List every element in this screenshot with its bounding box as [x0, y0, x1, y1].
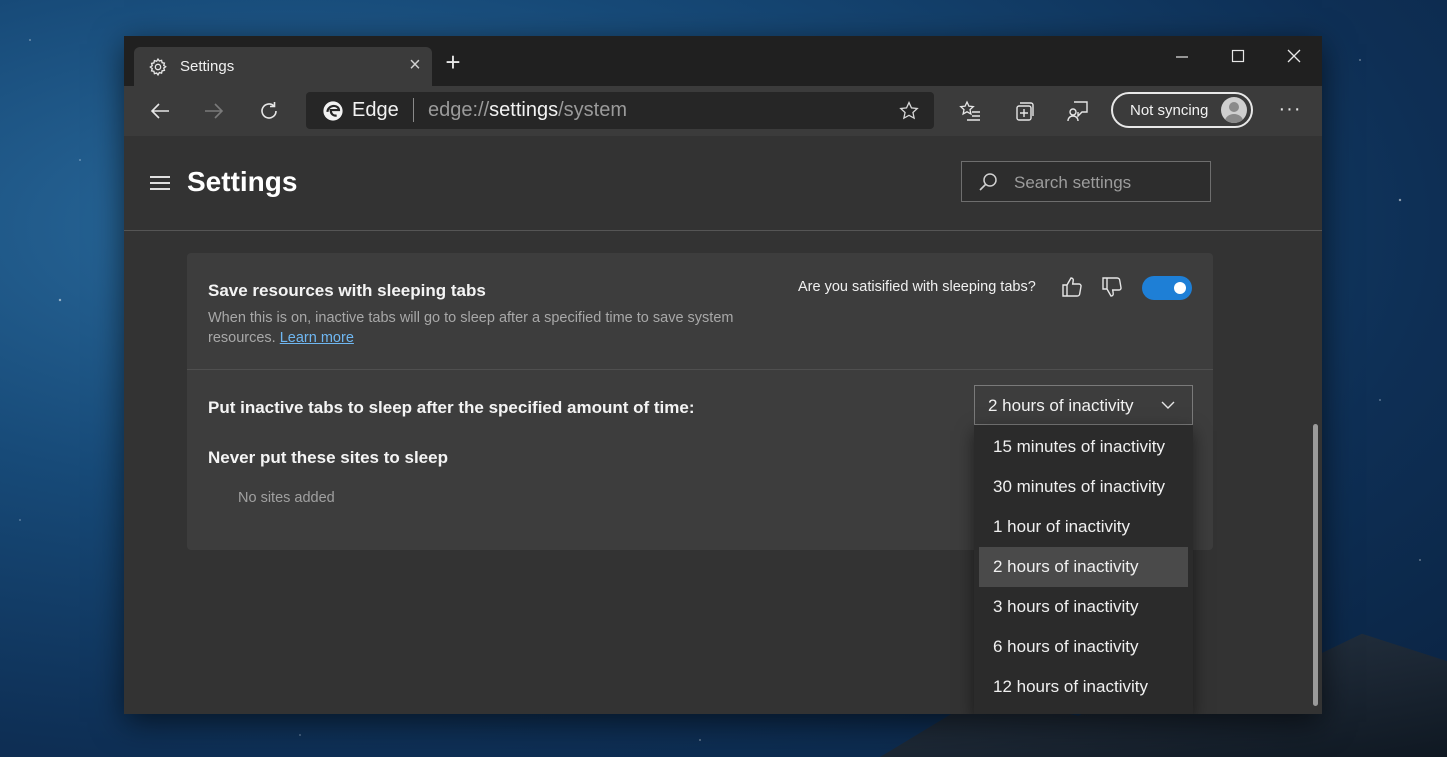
- settings-content: Settings Save resources with sleeping ta…: [124, 136, 1322, 714]
- avatar: [1221, 97, 1247, 123]
- dropdown-option[interactable]: 3 hours of inactivity: [979, 587, 1188, 627]
- arrow-right-icon: [205, 103, 224, 119]
- dropdown-option[interactable]: 1 hour of inactivity: [979, 507, 1188, 547]
- close-window-button[interactable]: [1266, 36, 1322, 76]
- chevron-down-icon: [1161, 401, 1175, 409]
- no-sites-text: No sites added: [238, 490, 335, 506]
- never-sleep-title: Never put these sites to sleep: [208, 448, 448, 467]
- feedback-button[interactable]: [1062, 96, 1094, 126]
- sleeping-tabs-toggle[interactable]: [1142, 276, 1192, 300]
- add-favorite-star-icon[interactable]: [898, 100, 920, 122]
- dropdown-option-selected[interactable]: 2 hours of inactivity: [979, 547, 1188, 587]
- selected-value: 2 hours of inactivity: [988, 396, 1134, 415]
- dropdown-option[interactable]: 30 minutes of inactivity: [979, 467, 1188, 507]
- toggle-knob: [1174, 282, 1186, 294]
- back-button[interactable]: [144, 96, 176, 126]
- sleep-timeout-label: Put inactive tabs to sleep after the spe…: [208, 398, 695, 417]
- maximize-button[interactable]: [1210, 36, 1266, 76]
- scrollbar-thumb[interactable]: [1313, 424, 1318, 706]
- card-divider: [187, 369, 1213, 370]
- thumbs-down-icon[interactable]: [1100, 275, 1124, 299]
- url-prefix: edge://: [428, 99, 490, 121]
- thumbs-up-icon[interactable]: [1060, 275, 1084, 299]
- refresh-icon: [261, 102, 277, 119]
- favorites-button[interactable]: [954, 96, 986, 126]
- sleeping-tabs-title: Save resources with sleeping tabs: [208, 281, 486, 300]
- url-path: /system: [558, 99, 628, 121]
- tab-title: Settings: [180, 58, 235, 75]
- favorites-list-icon: [959, 100, 980, 121]
- dropdown-option[interactable]: 15 minutes of inactivity: [979, 427, 1188, 467]
- person-icon: [1224, 102, 1244, 123]
- url-text: edge://settings/system: [428, 99, 627, 122]
- tab-strip: Settings × +: [124, 36, 1322, 86]
- profile-sync-button[interactable]: Not syncing: [1111, 92, 1253, 128]
- page-title: Settings: [187, 166, 298, 197]
- search-icon: [979, 173, 997, 191]
- url-host: settings: [489, 99, 559, 121]
- close-icon: [1287, 49, 1301, 63]
- more-options-icon[interactable]: ···: [1274, 96, 1306, 126]
- minimize-button[interactable]: [1154, 36, 1210, 76]
- page-scrollbar[interactable]: [1310, 136, 1322, 714]
- maximize-icon: [1231, 49, 1245, 63]
- feedback-question: Are you satisified with sleeping tabs?: [798, 279, 1036, 295]
- feedback-icon: [1067, 101, 1088, 122]
- new-tab-button[interactable]: +: [440, 49, 466, 76]
- search-input[interactable]: [1012, 162, 1206, 203]
- arrow-left-icon: [150, 103, 169, 119]
- menu-hamburger-icon[interactable]: [150, 176, 170, 190]
- navigation-toolbar: Edge edge://settings/system Not syncing …: [124, 86, 1322, 136]
- sleep-timeout-dropdown: 15 minutes of inactivity 30 minutes of i…: [974, 425, 1193, 714]
- browser-window: Settings × + Edge edge://settings/system…: [124, 36, 1322, 714]
- search-settings-box[interactable]: [961, 161, 1211, 203]
- site-identity-label: Edge: [352, 99, 399, 121]
- address-separator: [413, 98, 414, 122]
- close-tab-icon[interactable]: ×: [404, 54, 426, 76]
- learn-more-link[interactable]: Learn more: [280, 330, 354, 346]
- address-bar[interactable]: Edge edge://settings/system: [306, 92, 934, 129]
- sync-status-label: Not syncing: [1130, 102, 1209, 119]
- forward-button[interactable]: [198, 96, 230, 126]
- gear-icon: [149, 57, 167, 77]
- refresh-button[interactable]: [253, 96, 285, 126]
- sleep-timeout-select[interactable]: 2 hours of inactivity: [974, 385, 1193, 425]
- tab-settings[interactable]: Settings ×: [134, 47, 432, 86]
- edge-logo-icon: [323, 101, 343, 121]
- dropdown-option[interactable]: 12 hours of inactivity: [979, 667, 1188, 707]
- header-divider: [124, 230, 1322, 231]
- collections-button[interactable]: [1008, 96, 1040, 126]
- minimize-icon: [1176, 56, 1188, 58]
- collections-icon: [1016, 102, 1034, 121]
- dropdown-option[interactable]: 6 hours of inactivity: [979, 627, 1188, 667]
- sleeping-tabs-description: When this is on, inactive tabs will go t…: [208, 308, 768, 348]
